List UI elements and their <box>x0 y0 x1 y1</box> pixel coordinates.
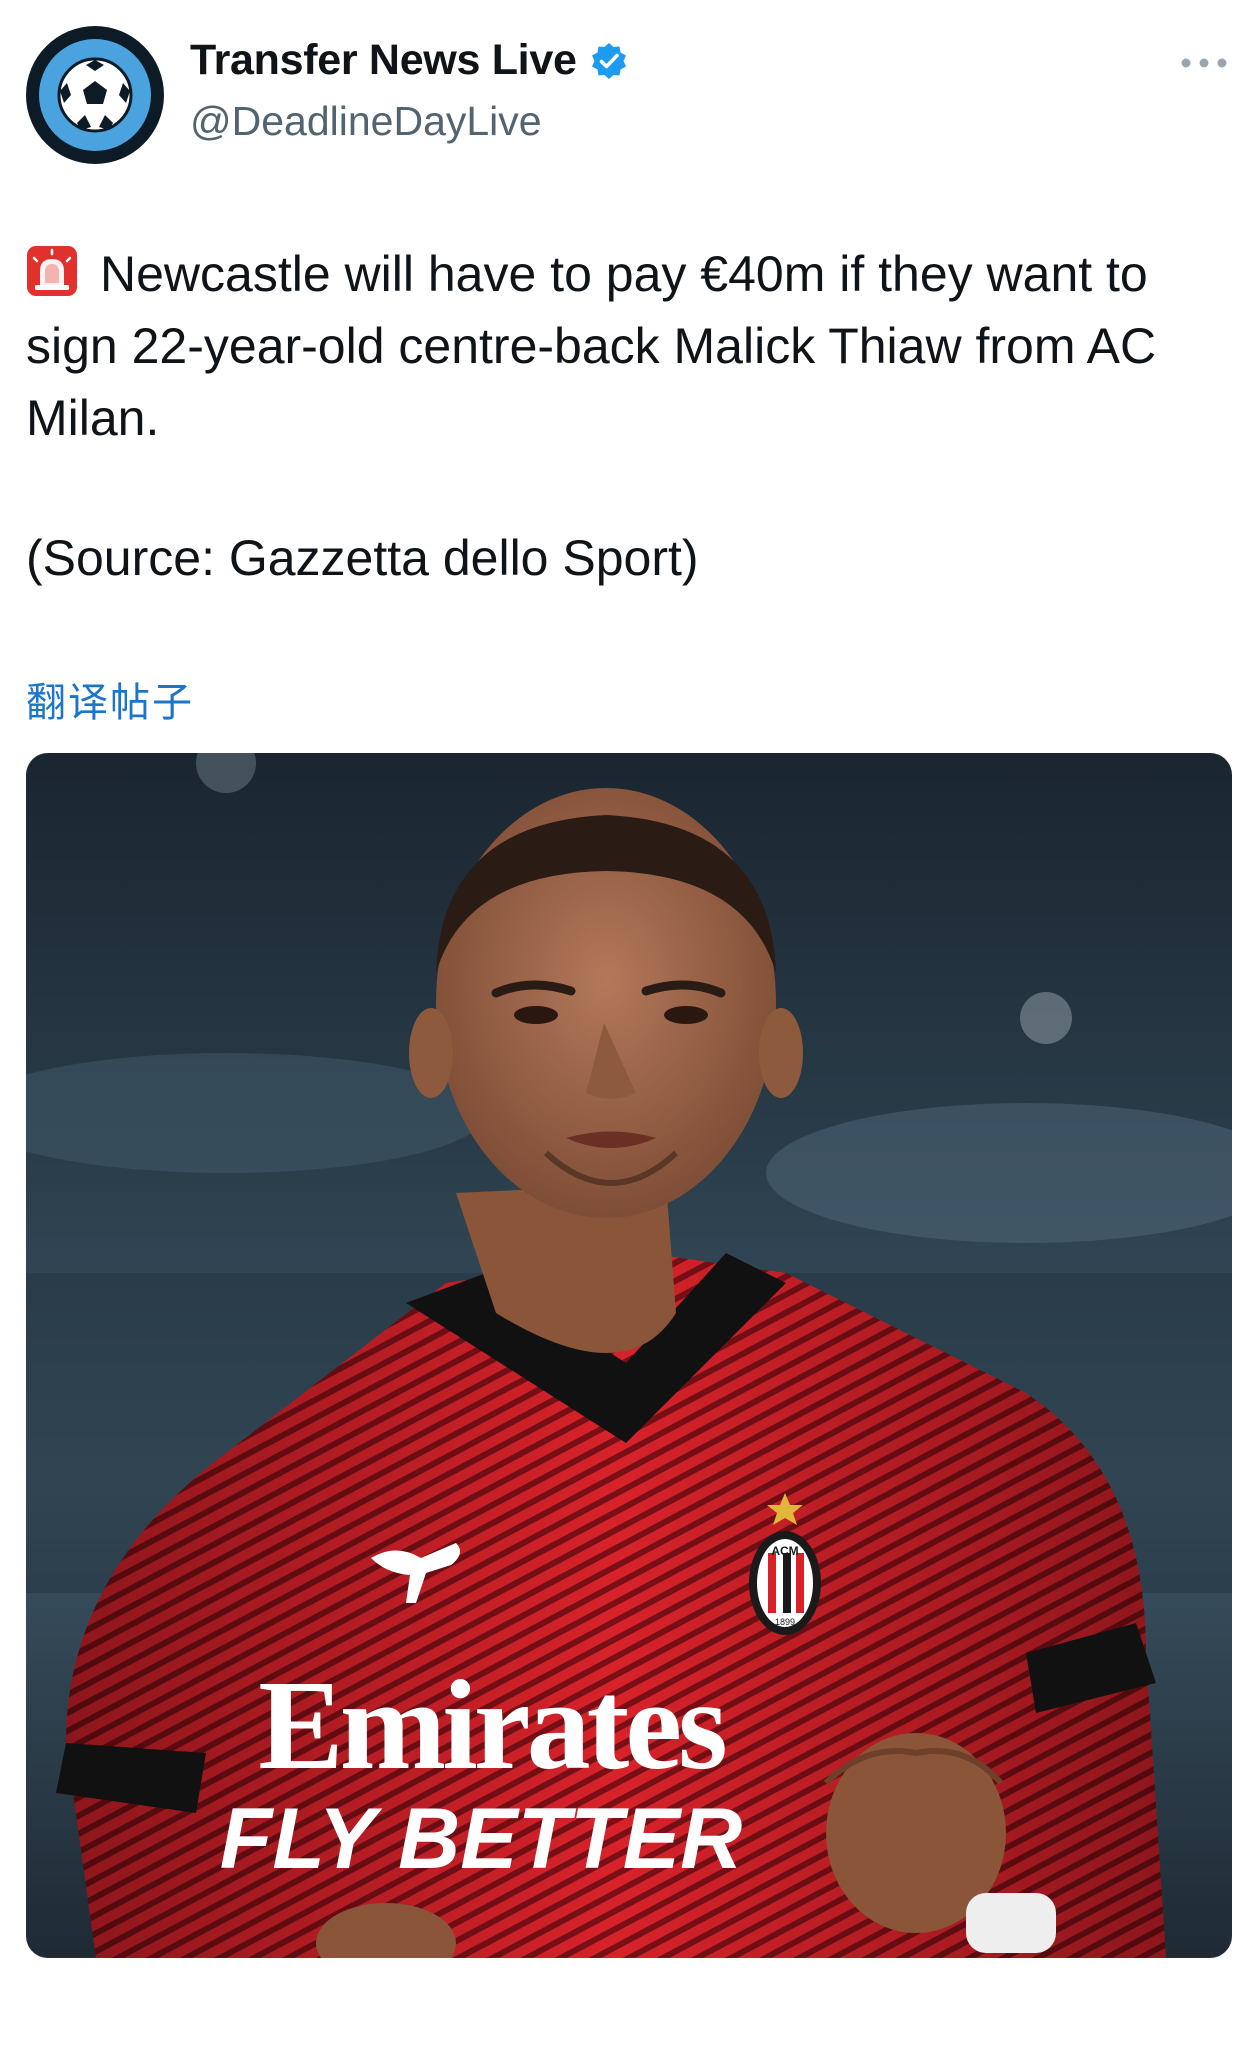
author-name-text[interactable]: Transfer News Live <box>190 36 577 85</box>
translate-post-link[interactable]: 翻译帖子 <box>26 670 194 728</box>
tweet-text: Newcastle will have to pay €40m if they … <box>26 238 1226 594</box>
shirt-slogan: FLY BETTER <box>220 1791 742 1887</box>
crest-text: ACM <box>771 1544 798 1558</box>
author-name[interactable]: Transfer News Live <box>190 36 629 85</box>
more-options-icon[interactable] <box>1180 56 1228 70</box>
shirt-sponsor: Emirates <box>258 1654 725 1796</box>
verified-badge-icon <box>589 41 629 81</box>
rotating-light-icon <box>26 244 78 296</box>
crest-year: 1899 <box>775 1617 795 1627</box>
tweet-body-paragraph: Newcastle will have to pay €40m if they … <box>26 238 1226 454</box>
tweet-source: (Source: Gazzetta dello Sport) <box>26 530 699 586</box>
author-handle[interactable]: @DeadlineDayLive <box>190 98 542 145</box>
avatar[interactable] <box>26 26 164 164</box>
player-photo: ACM 1899 Emirates FLY BETTER <box>26 753 1232 1958</box>
tweet-body: Newcastle will have to pay €40m if they … <box>26 246 1157 446</box>
football-icon <box>39 39 151 151</box>
tweet-media-photo[interactable]: ACM 1899 Emirates FLY BETTER <box>26 753 1232 1958</box>
